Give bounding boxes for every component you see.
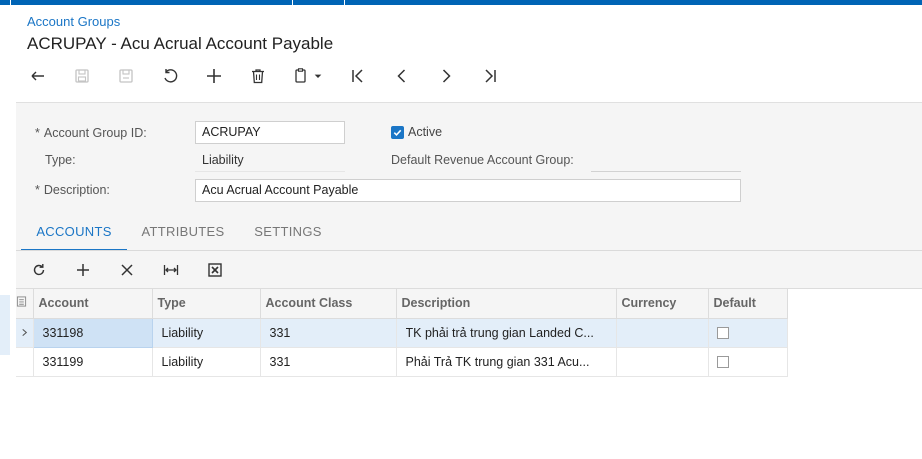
cell-account[interactable]: 331198 [32, 317, 153, 348]
account-group-id-label: * Account Group ID: [35, 126, 147, 140]
table-row[interactable]: 331198 Liability 331 TK phải trả trung g… [16, 317, 788, 348]
cell-description[interactable]: Phải Trả TK trung gian 331 Acu... [396, 347, 617, 377]
column-header-description[interactable]: Description [396, 289, 617, 319]
default-revenue-account-group-label: Default Revenue Account Group: [391, 153, 574, 167]
active-checkbox[interactable] [391, 126, 404, 139]
type-label: Type: [45, 153, 76, 167]
cell-type[interactable]: Liability [152, 318, 261, 348]
tab-accounts[interactable]: ACCOUNTS [21, 215, 127, 251]
table-header-row: Account Type Account Class Description C… [16, 289, 788, 319]
accounts-grid-area: Account Type Account Class Description C… [16, 251, 922, 459]
left-edge [0, 5, 10, 459]
save-close-disabled-icon[interactable] [114, 64, 138, 88]
cancel-icon[interactable] [158, 64, 182, 88]
column-header-currency[interactable]: Currency [616, 289, 709, 319]
account-group-id-field[interactable]: ACRUPAY [195, 121, 345, 144]
cell-type[interactable]: Liability [152, 347, 261, 377]
form-panel: * Account Group ID: ACRUPAY Active Type: … [16, 102, 922, 459]
tab-settings[interactable]: SETTINGS [244, 215, 332, 251]
cell-account[interactable]: 331199 [33, 347, 153, 377]
description-field[interactable]: Acu Acrual Account Payable [195, 179, 741, 202]
cell-account-class[interactable]: 331 [260, 347, 397, 377]
column-header-default[interactable]: Default [708, 289, 788, 319]
last-record-icon[interactable] [478, 64, 502, 88]
cell-description[interactable]: TK phải trả trung gian Landed C... [396, 318, 617, 348]
page-title: ACRUPAY - Acu Acrual Account Payable [27, 34, 334, 53]
row-selector-header[interactable] [16, 289, 34, 319]
copy-paste-icon[interactable] [290, 64, 330, 88]
cell-default[interactable] [708, 347, 788, 377]
top-bar [0, 0, 922, 5]
cell-account-class[interactable]: 331 [260, 318, 397, 348]
grid-settings-icon [16, 296, 27, 307]
column-header-account[interactable]: Account [33, 289, 153, 319]
export-excel-icon[interactable] [204, 259, 226, 281]
first-record-icon[interactable] [346, 64, 370, 88]
next-record-icon[interactable] [434, 64, 458, 88]
tab-attributes[interactable]: ATTRIBUTES [134, 215, 232, 251]
previous-record-icon[interactable] [390, 64, 414, 88]
column-header-account-class[interactable]: Account Class [260, 289, 397, 319]
add-icon[interactable] [202, 64, 226, 88]
delete-icon[interactable] [246, 64, 270, 88]
cell-default[interactable] [708, 318, 788, 348]
row-indicator-icon[interactable] [16, 318, 34, 348]
type-value: Liability [202, 153, 244, 167]
active-label: Active [408, 125, 443, 139]
save-disabled-icon[interactable] [70, 64, 94, 88]
grid-toolbar [16, 251, 922, 289]
cell-currency[interactable] [616, 318, 709, 348]
cell-currency[interactable] [616, 347, 709, 377]
default-checkbox[interactable] [716, 356, 729, 369]
refresh-icon[interactable] [28, 259, 50, 281]
column-header-type[interactable]: Type [152, 289, 261, 319]
delete-row-icon[interactable] [116, 259, 138, 281]
accounts-table: Account Type Account Class Description C… [16, 289, 788, 377]
undo-back-icon[interactable] [26, 64, 50, 88]
table-row[interactable]: 331199 Liability 331 Phải Trả TK trung g… [16, 347, 788, 377]
fit-columns-icon[interactable] [160, 259, 182, 281]
add-row-icon[interactable] [72, 259, 94, 281]
breadcrumb-account-groups[interactable]: Account Groups [27, 14, 120, 29]
default-checkbox[interactable] [716, 327, 729, 340]
description-label: * Description: [35, 183, 110, 197]
